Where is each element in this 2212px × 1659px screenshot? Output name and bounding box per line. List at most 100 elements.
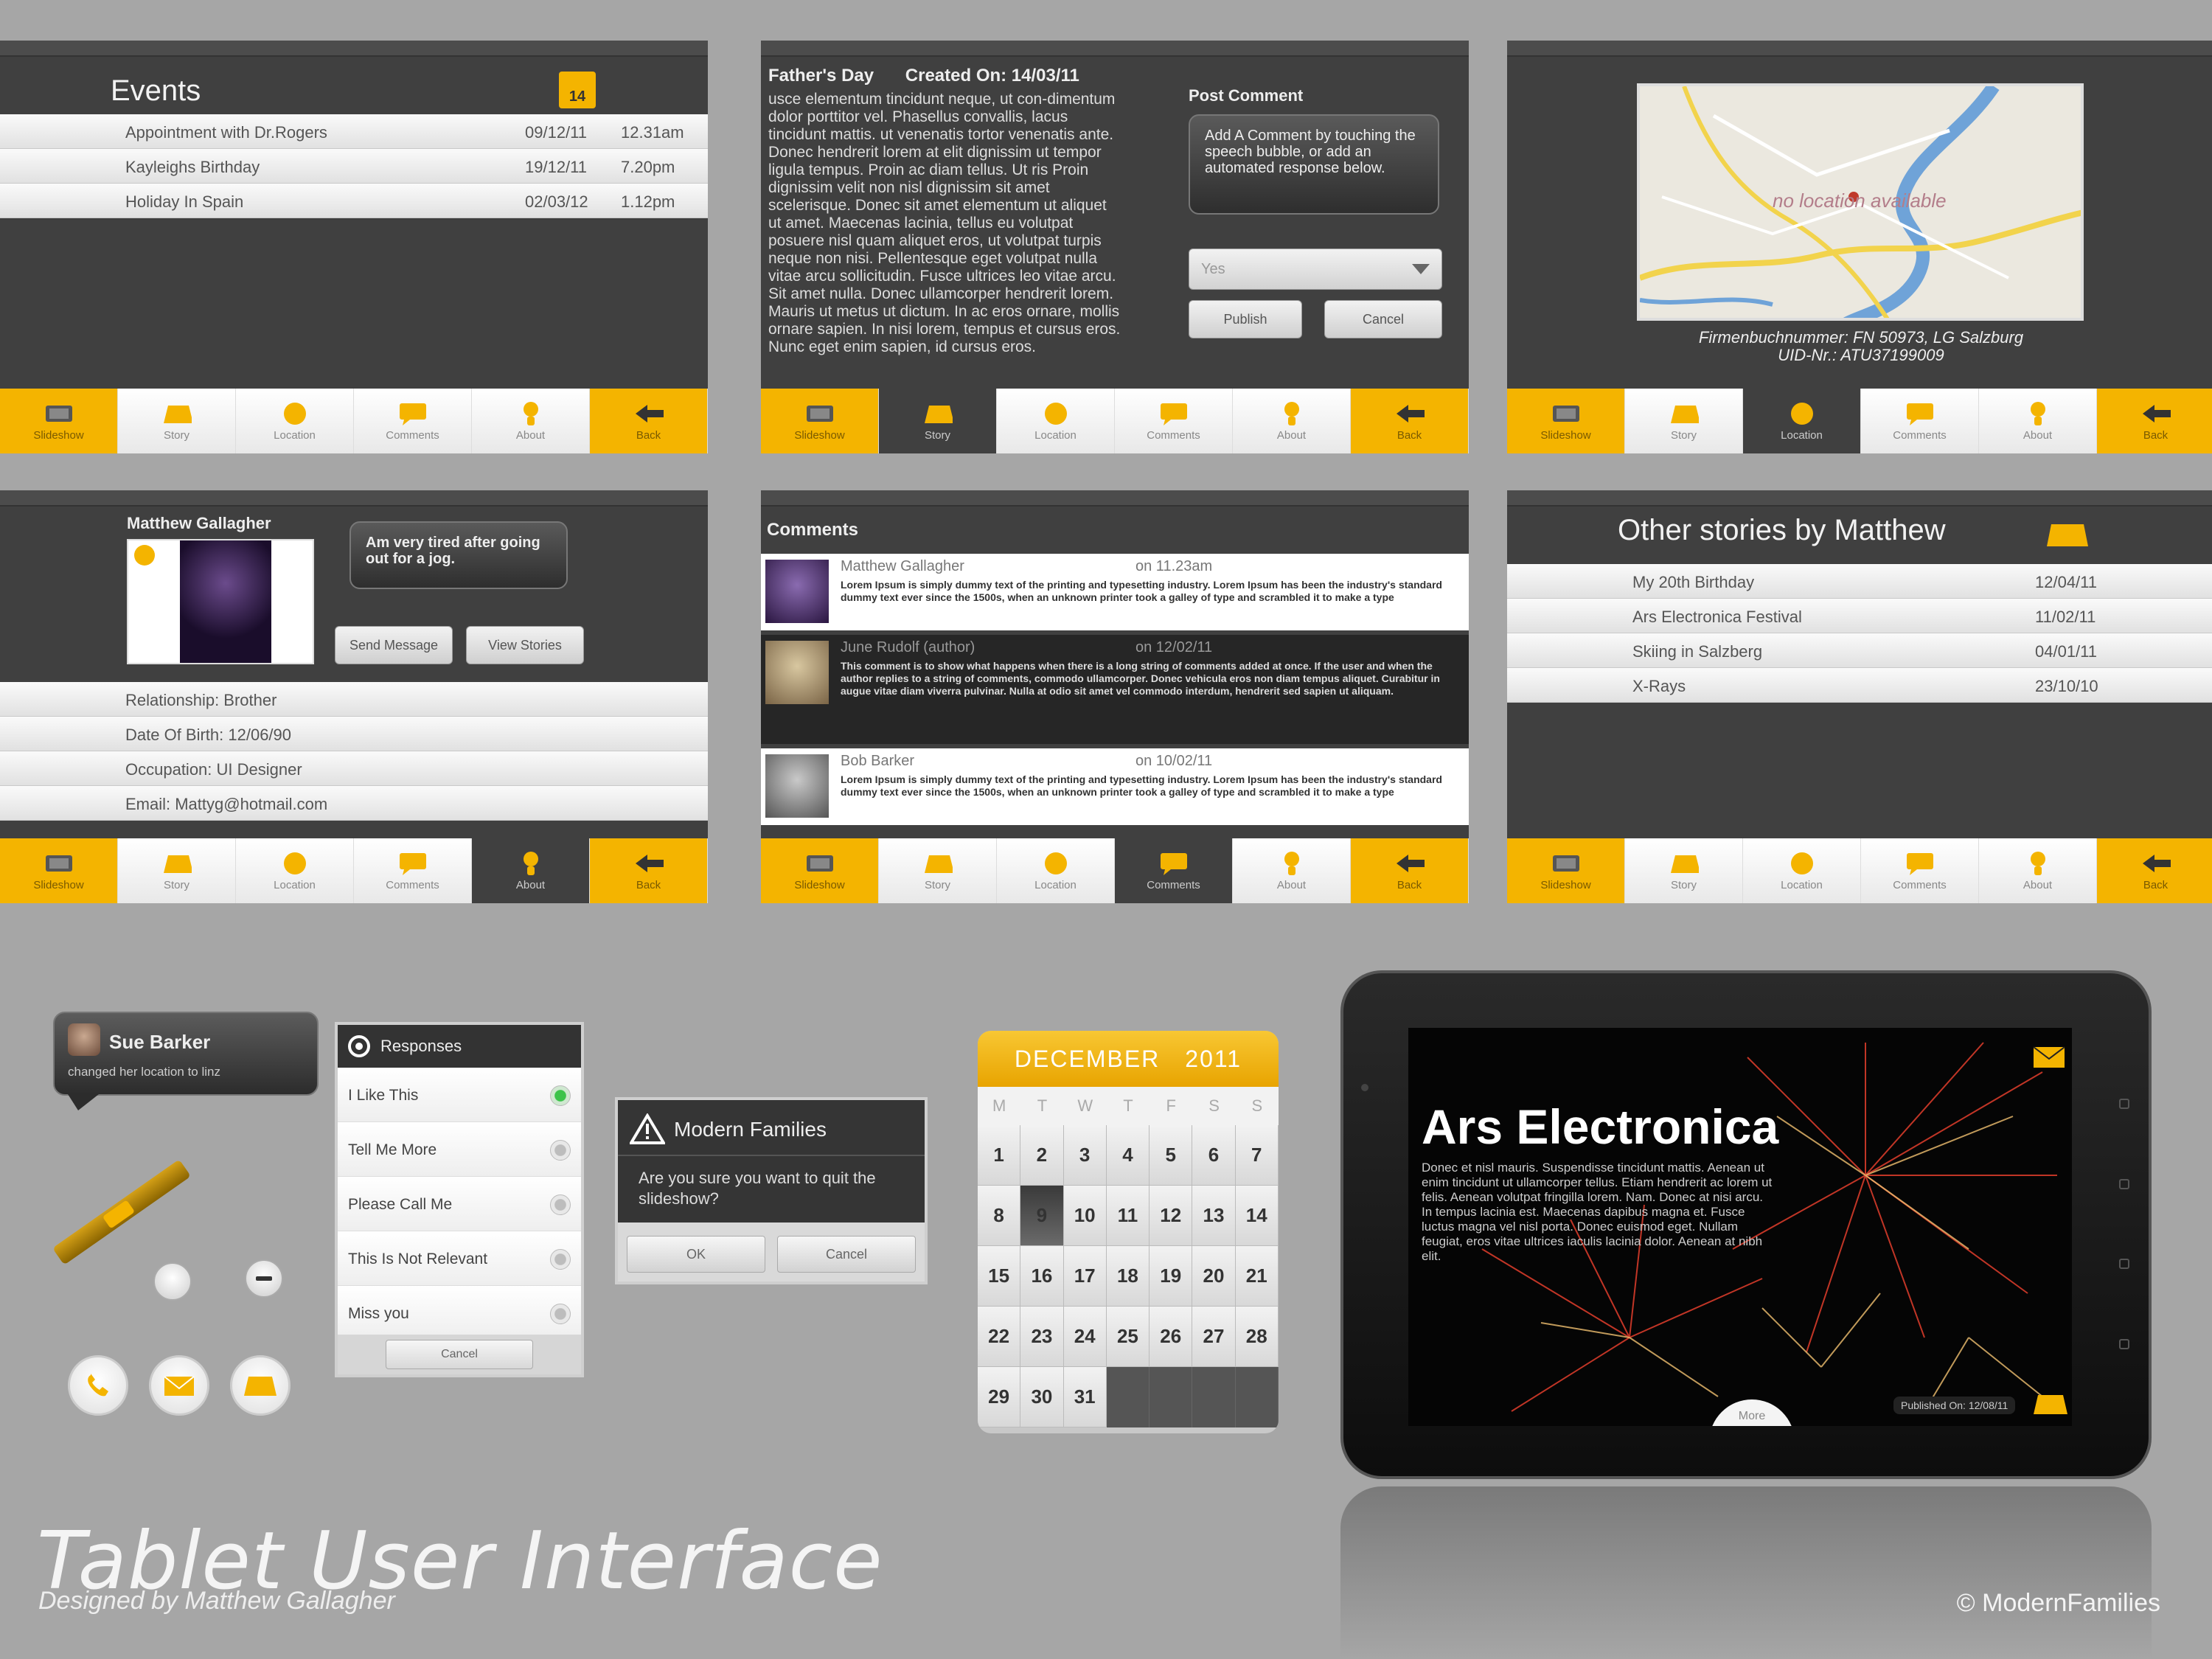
- calendar-day[interactable]: 17: [1063, 1246, 1107, 1307]
- list-item[interactable]: Skiing in Salzberg 04/01/11: [1507, 633, 2212, 668]
- comment-item[interactable]: Bob Barker on 10/02/11 Lorem Ipsum is simp…: [761, 748, 1469, 825]
- nav-story-button[interactable]: Story: [879, 389, 997, 453]
- calendar-day[interactable]: 18: [1106, 1246, 1150, 1307]
- calendar-day[interactable]: 5: [1150, 1125, 1193, 1186]
- response-option[interactable]: Please Call Me: [338, 1177, 581, 1231]
- map-view[interactable]: no location available: [1637, 83, 2084, 321]
- calendar-day[interactable]: 16: [1020, 1246, 1064, 1307]
- list-item[interactable]: Appointment with Dr.Rogers 09/12/11 12.31a…: [0, 114, 708, 149]
- minus-button[interactable]: [245, 1259, 283, 1298]
- alert-ok-button[interactable]: OK: [627, 1236, 765, 1273]
- comment-item[interactable]: June Rudolf (author) on 12/02/11 This comm…: [761, 635, 1469, 744]
- slider-thumb[interactable]: [102, 1200, 136, 1229]
- radio-icon[interactable]: [550, 1140, 571, 1161]
- calendar-day[interactable]: 14: [1235, 1186, 1279, 1246]
- list-item[interactable]: Kayleighs Birthday 19/12/11 7.20pm: [0, 149, 708, 184]
- nav-slideshow-button[interactable]: Slideshow: [761, 389, 879, 453]
- story-round-button[interactable]: [230, 1355, 291, 1416]
- nav-about-button[interactable]: About: [1233, 389, 1351, 453]
- nav-comments-button[interactable]: Comments: [1861, 389, 1979, 453]
- calendar-day[interactable]: 11: [1106, 1186, 1150, 1246]
- back-hw-icon[interactable]: [2119, 1259, 2129, 1270]
- mail-icon[interactable]: [2032, 1044, 2066, 1073]
- nav-location-button[interactable]: Location: [1743, 838, 1861, 903]
- nav-comments-button[interactable]: Comments: [354, 838, 472, 903]
- nav-slideshow-button[interactable]: Slideshow: [761, 838, 879, 903]
- radio-icon[interactable]: [550, 1249, 571, 1270]
- calendar-day[interactable]: 13: [1192, 1186, 1236, 1246]
- comment-input-bubble[interactable]: Add A Comment by touching the speech bub…: [1189, 114, 1439, 215]
- nav-story-button[interactable]: Story: [1625, 838, 1743, 903]
- radio-icon[interactable]: [550, 1194, 571, 1215]
- radio-icon[interactable]: [550, 1085, 571, 1106]
- cancel-button[interactable]: Cancel: [1324, 300, 1442, 338]
- nav-story-button[interactable]: Story: [118, 838, 236, 903]
- calendar-day[interactable]: 3: [1063, 1125, 1107, 1186]
- responses-cancel-button[interactable]: Cancel: [386, 1340, 533, 1369]
- publish-button[interactable]: Publish: [1189, 300, 1302, 338]
- calendar-day[interactable]: 8: [978, 1186, 1021, 1246]
- response-option[interactable]: Miss you: [338, 1286, 581, 1340]
- calendar-day[interactable]: 2: [1020, 1125, 1064, 1186]
- nav-story-button[interactable]: Story: [1625, 389, 1743, 453]
- nav-back-button[interactable]: Back: [1351, 838, 1469, 903]
- search-hw-icon[interactable]: [2119, 1338, 2129, 1349]
- menu-hw-icon[interactable]: [2119, 1099, 2129, 1109]
- nav-comments-button[interactable]: Comments: [1115, 838, 1233, 903]
- call-button[interactable]: [68, 1355, 128, 1416]
- calendar-day[interactable]: 7: [1235, 1125, 1279, 1186]
- nav-about-button[interactable]: About: [1979, 389, 2097, 453]
- view-stories-button[interactable]: View Stories: [466, 626, 584, 664]
- calendar-day[interactable]: 20: [1192, 1246, 1236, 1307]
- response-option[interactable]: This Is Not Relevant: [338, 1231, 581, 1286]
- calendar-day[interactable]: 19: [1150, 1246, 1193, 1307]
- response-select[interactable]: Yes: [1189, 248, 1442, 290]
- nav-back-button[interactable]: Back: [590, 838, 708, 903]
- nav-back-button[interactable]: Back: [590, 389, 708, 453]
- nav-about-button[interactable]: About: [472, 389, 590, 453]
- calendar-icon[interactable]: 14: [559, 72, 596, 108]
- nav-about-button[interactable]: About: [472, 838, 590, 903]
- nav-comments-button[interactable]: Comments: [354, 389, 472, 453]
- list-item[interactable]: My 20th Birthday 12/04/11: [1507, 564, 2212, 599]
- nav-location-button[interactable]: Location: [1743, 389, 1861, 453]
- nav-location-button[interactable]: Location: [236, 389, 354, 453]
- calendar-day[interactable]: 25: [1106, 1307, 1150, 1367]
- toggle-knob[interactable]: [153, 1262, 192, 1301]
- calendar-day[interactable]: 23: [1020, 1307, 1064, 1367]
- calendar-day[interactable]: 31: [1063, 1367, 1107, 1427]
- calendar-day[interactable]: 27: [1192, 1307, 1236, 1367]
- nav-comments-button[interactable]: Comments: [1115, 389, 1233, 453]
- nav-location-button[interactable]: Location: [997, 838, 1115, 903]
- calendar-day[interactable]: 4: [1106, 1125, 1150, 1186]
- list-item[interactable]: Holiday In Spain 02/03/12 1.12pm: [0, 184, 708, 218]
- calendar-day[interactable]: 15: [978, 1246, 1021, 1307]
- nav-back-button[interactable]: Back: [2097, 389, 2212, 453]
- calendar-day[interactable]: 1: [978, 1125, 1021, 1186]
- email-button[interactable]: [149, 1355, 209, 1416]
- calendar-day[interactable]: 21: [1235, 1246, 1279, 1307]
- story-icon[interactable]: [2032, 1392, 2069, 1421]
- volume-slider[interactable]: [52, 1159, 192, 1265]
- notification-toast[interactable]: Sue Barker changed her location to linz: [53, 1012, 319, 1096]
- calendar-day[interactable]: 6: [1192, 1125, 1236, 1186]
- calendar-day[interactable]: 24: [1063, 1307, 1107, 1367]
- nav-slideshow-button[interactable]: Slideshow: [0, 838, 118, 903]
- calendar-day[interactable]: 22: [978, 1307, 1021, 1367]
- nav-slideshow-button[interactable]: Slideshow: [0, 389, 118, 453]
- response-option[interactable]: Tell Me More: [338, 1122, 581, 1177]
- send-message-button[interactable]: Send Message: [335, 626, 453, 664]
- calendar-day[interactable]: 28: [1235, 1307, 1279, 1367]
- nav-about-button[interactable]: About: [1979, 838, 2097, 903]
- calendar-day[interactable]: 10: [1063, 1186, 1107, 1246]
- home-hw-icon[interactable]: [2119, 1178, 2129, 1189]
- calendar-day[interactable]: 26: [1150, 1307, 1193, 1367]
- nav-back-button[interactable]: Back: [1351, 389, 1469, 453]
- calendar-day[interactable]: 29: [978, 1367, 1021, 1427]
- nav-comments-button[interactable]: Comments: [1861, 838, 1979, 903]
- alert-cancel-button[interactable]: Cancel: [777, 1236, 916, 1273]
- nav-back-button[interactable]: Back: [2097, 838, 2212, 903]
- radio-icon[interactable]: [550, 1304, 571, 1324]
- nav-slideshow-button[interactable]: Slideshow: [1507, 838, 1625, 903]
- comment-item[interactable]: Matthew Gallagher on 11.23am Lorem Ipsum i…: [761, 554, 1469, 630]
